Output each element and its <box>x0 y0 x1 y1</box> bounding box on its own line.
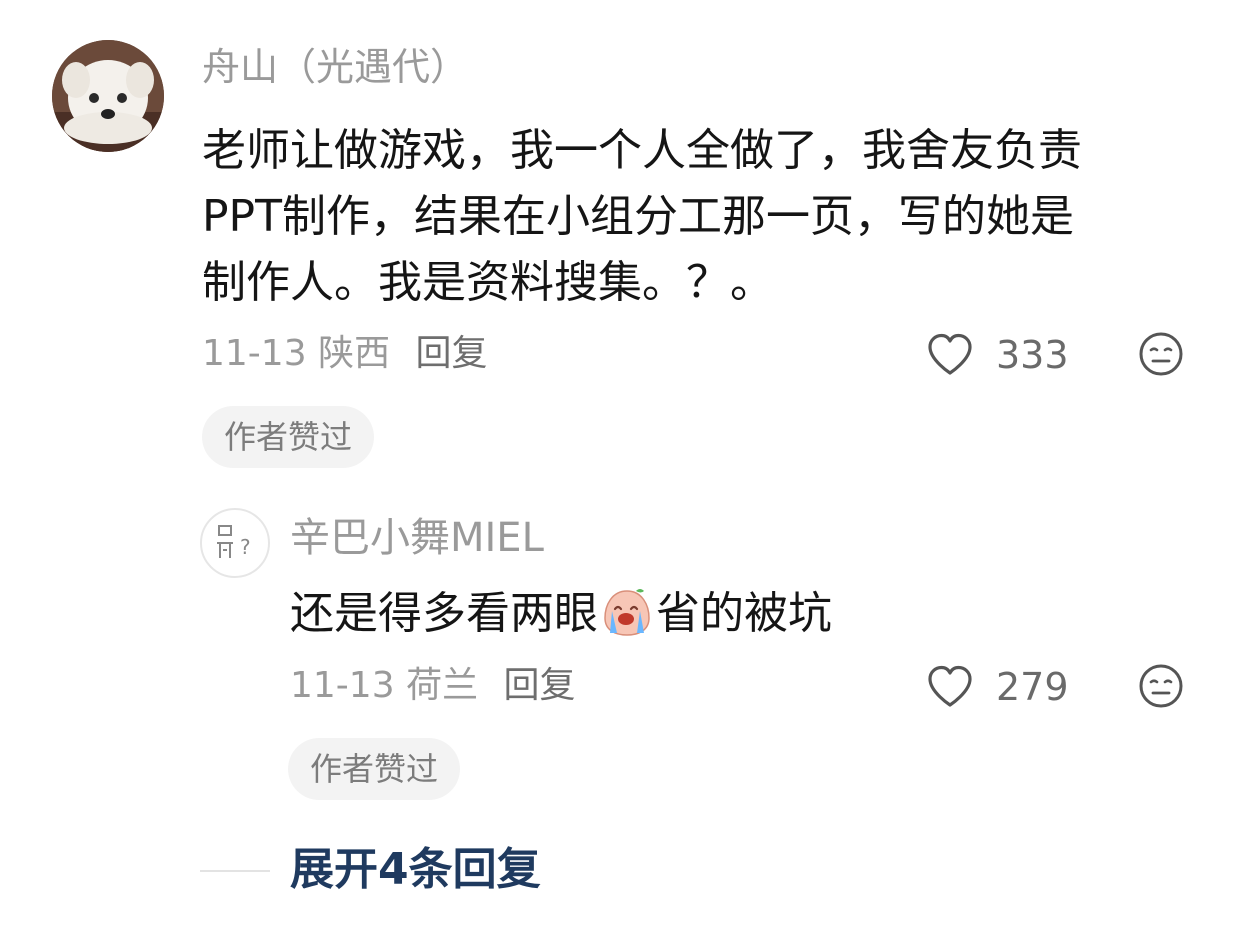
reply-avatar[interactable]: ? <box>200 508 270 578</box>
reply-author-liked-badge: 作者赞过 <box>288 738 461 800</box>
comment-text: 老师让做游戏，我一个人全做了，我舍友负责 PPT制作，结果在小组分工那一页，写的… <box>202 118 1202 316</box>
heart-outline-icon[interactable] <box>926 332 974 376</box>
question-person-icon: ? <box>217 525 251 559</box>
comment-text-line: 制作人。我是资料搜集。？。 <box>202 257 774 308</box>
reply-username[interactable]: 辛巴小舞MIEL <box>290 518 544 558</box>
expand-replies-link[interactable]: 展开4条回复 <box>290 848 541 892</box>
reply-text-before: 还是得多看两眼 <box>290 588 598 639</box>
reply-reply-button[interactable]: 回复 <box>504 665 576 706</box>
neutral-face-icon[interactable] <box>1138 663 1184 709</box>
comment-date: 11-13 <box>202 333 307 374</box>
neutral-face-icon[interactable] <box>1138 331 1184 377</box>
comment-location: 陕西 <box>318 333 391 374</box>
avatar[interactable] <box>52 40 164 152</box>
reply-location: 荷兰 <box>406 665 479 706</box>
comment-text-line: 老师让做游戏，我一个人全做了，我舍友负责 <box>202 125 1082 176</box>
reply-text-after: 省的被坑 <box>656 588 832 639</box>
comment-text-line: PPT制作，结果在小组分工那一页，写的她是 <box>202 191 1074 242</box>
reply-like-count: 279 <box>996 665 1069 709</box>
like-count: 333 <box>996 333 1069 377</box>
svg-text:?: ? <box>240 535 251 559</box>
expand-divider <box>200 870 270 872</box>
dog-avatar-image <box>52 40 164 152</box>
author-liked-badge: 作者赞过 <box>202 406 375 468</box>
crying-face-emoji <box>600 585 654 639</box>
reply-meta: 11-13 荷兰 回复 <box>290 668 576 704</box>
reply-date: 11-13 <box>290 665 395 706</box>
reply-button[interactable]: 回复 <box>416 333 488 374</box>
reply-text: 还是得多看两眼 省的被坑 <box>290 589 832 639</box>
comment-meta: 11-13 陕西 回复 <box>202 336 488 372</box>
comment-username[interactable]: 舟山（光遇代） <box>202 48 468 86</box>
heart-outline-icon[interactable] <box>926 664 974 708</box>
